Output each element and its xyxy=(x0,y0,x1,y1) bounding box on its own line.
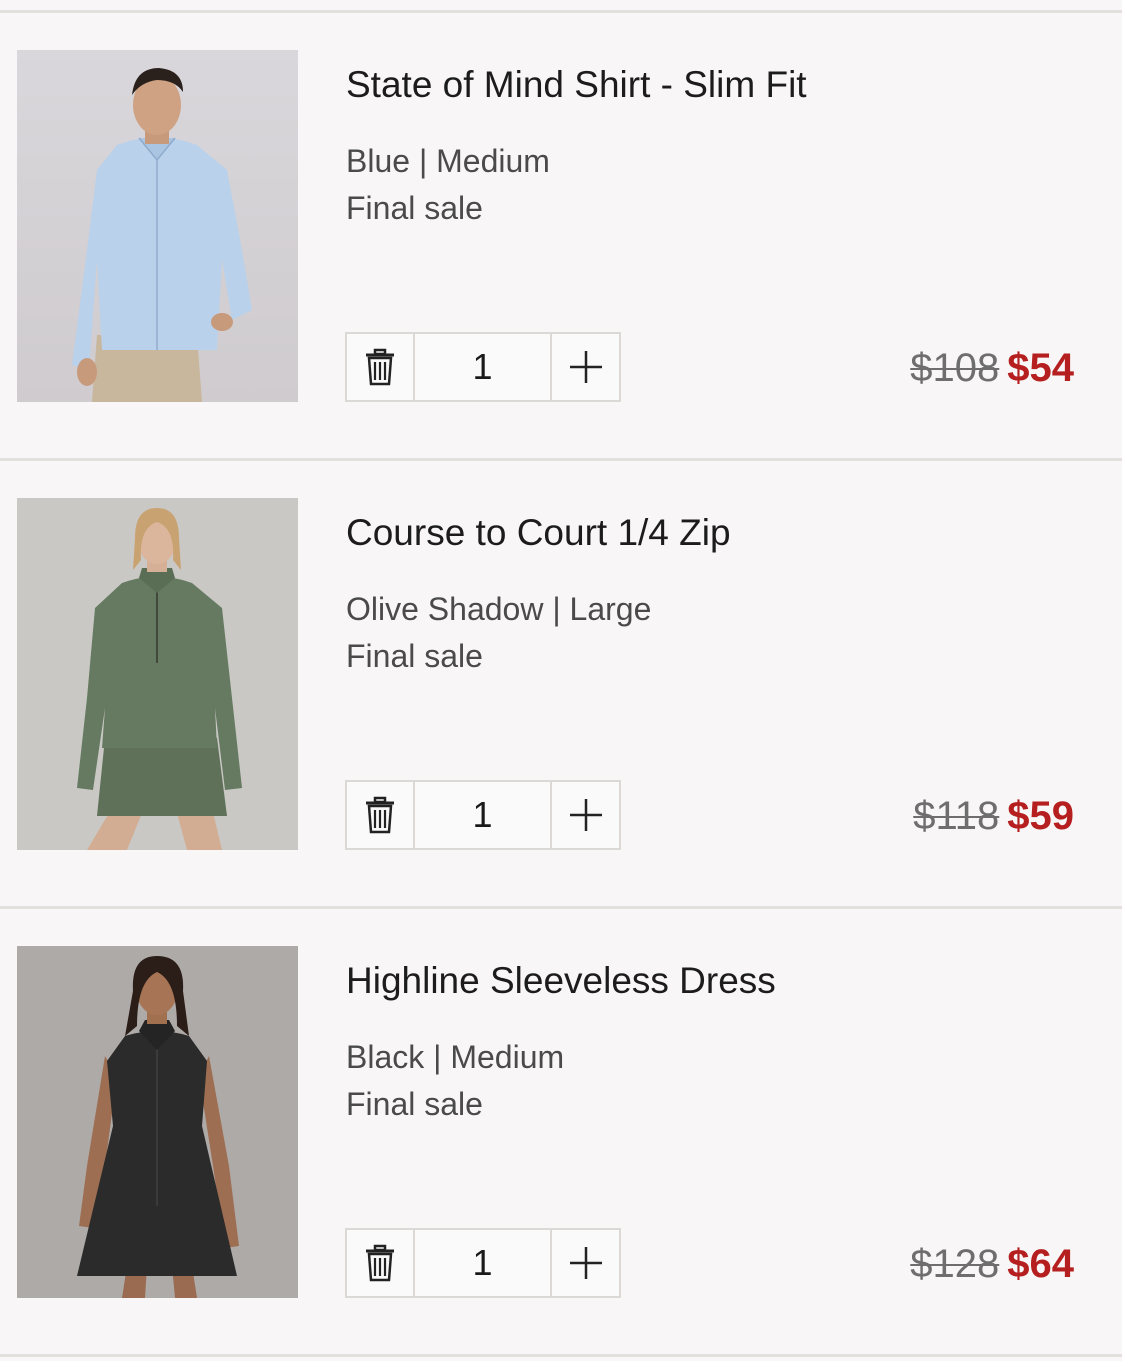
increase-quantity-button[interactable] xyxy=(552,1230,619,1296)
plus-icon xyxy=(569,351,602,383)
original-price: $108 xyxy=(910,346,1000,390)
trash-icon xyxy=(366,796,394,834)
increase-quantity-button[interactable] xyxy=(552,782,619,848)
sale-price: $54 xyxy=(1007,346,1074,390)
quantity-value: 1 xyxy=(415,334,552,400)
product-title[interactable]: Course to Court 1/4 Zip xyxy=(346,511,731,555)
price: $118 $59 xyxy=(913,793,1074,839)
quantity-value: 1 xyxy=(415,782,552,848)
cart-item: Highline Sleeveless Dress Black | Medium… xyxy=(0,909,1122,1357)
quantity-value: 1 xyxy=(415,1230,552,1296)
plus-icon xyxy=(569,1247,602,1279)
plus-icon xyxy=(569,799,602,831)
product-variant: Olive Shadow | Large xyxy=(346,591,652,627)
product-image[interactable] xyxy=(17,50,298,402)
cart-item-list: State of Mind Shirt - Slim Fit Blue | Me… xyxy=(0,0,1122,1361)
final-sale-note: Final sale xyxy=(346,190,483,226)
quantity-stepper: 1 xyxy=(345,332,621,402)
trash-icon xyxy=(366,1244,394,1282)
increase-quantity-button[interactable] xyxy=(552,334,619,400)
original-price: $128 xyxy=(910,1242,1000,1286)
sale-price: $64 xyxy=(1007,1242,1074,1286)
remove-item-button[interactable] xyxy=(347,1230,415,1296)
product-title[interactable]: State of Mind Shirt - Slim Fit xyxy=(346,63,807,107)
product-image[interactable] xyxy=(17,498,298,850)
quantity-stepper: 1 xyxy=(345,780,621,850)
quantity-stepper: 1 xyxy=(345,1228,621,1298)
price: $128 $64 xyxy=(910,1241,1074,1287)
final-sale-note: Final sale xyxy=(346,638,483,674)
trash-icon xyxy=(366,348,394,386)
original-price: $118 xyxy=(913,794,1000,838)
sale-price: $59 xyxy=(1007,794,1074,838)
product-variant: Black | Medium xyxy=(346,1039,565,1075)
final-sale-note: Final sale xyxy=(346,1086,483,1122)
product-title[interactable]: Highline Sleeveless Dress xyxy=(346,959,776,1003)
product-image[interactable] xyxy=(17,946,298,1298)
cart-item: State of Mind Shirt - Slim Fit Blue | Me… xyxy=(0,13,1122,461)
remove-item-button[interactable] xyxy=(347,334,415,400)
product-variant: Blue | Medium xyxy=(346,143,550,179)
product-photo-dress xyxy=(17,946,298,1298)
price: $108 $54 xyxy=(910,345,1074,391)
remove-item-button[interactable] xyxy=(347,782,415,848)
product-photo-shirt xyxy=(17,50,298,402)
cart-item: Course to Court 1/4 Zip Olive Shadow | L… xyxy=(0,461,1122,909)
product-photo-quarter-zip xyxy=(17,498,298,850)
